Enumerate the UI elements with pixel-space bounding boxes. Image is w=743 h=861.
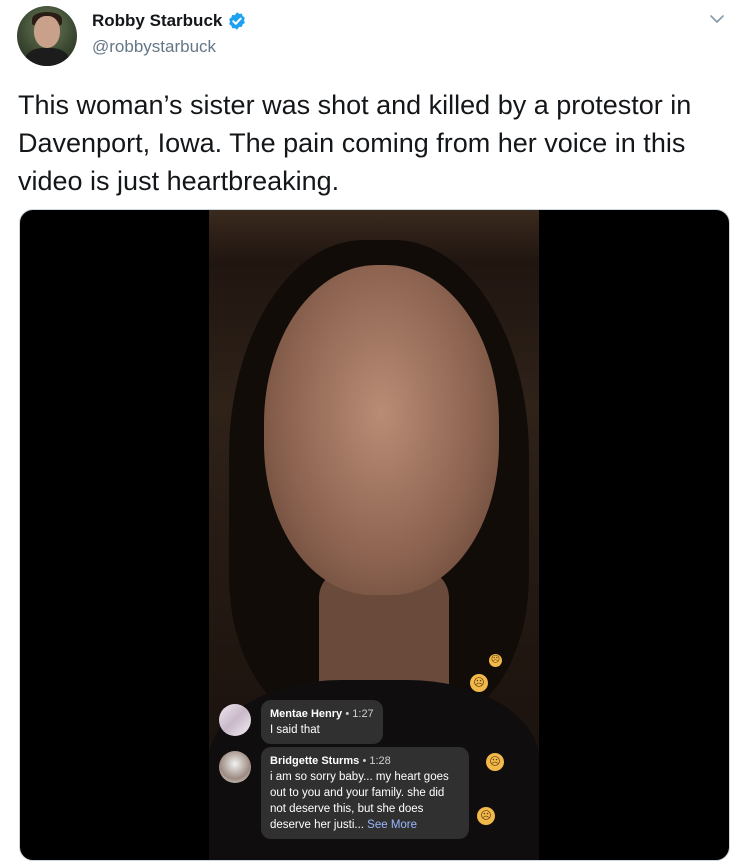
- tweet-text: This woman’s sister was shot and killed …: [18, 90, 692, 196]
- avatar-body: [25, 48, 69, 66]
- sad-face-emoji-icon: ☹: [489, 654, 502, 667]
- comment-time: 1:28: [369, 755, 391, 767]
- commenter-name: Bridgette Sturms: [270, 755, 360, 767]
- comment-bubble: Bridgette Sturms • 1:28 i am so sorry ba…: [261, 747, 469, 839]
- comment-text: i am so sorry baby... my heart goes out …: [270, 771, 449, 831]
- chevron-down-icon[interactable]: [708, 12, 726, 26]
- comment-text: I said that: [270, 724, 320, 736]
- verified-badge-icon: [229, 12, 246, 30]
- video-player[interactable]: ☹ ☹ Mentae Henry • 1:27 I said that Brid…: [19, 209, 730, 861]
- live-comment: Mentae Henry • 1:27 I said that: [219, 700, 383, 744]
- video-frame: ☹ ☹ Mentae Henry • 1:27 I said that Brid…: [209, 210, 539, 860]
- author-name[interactable]: Robby Starbuck: [92, 11, 222, 31]
- sad-face-emoji-icon: ☹: [486, 753, 504, 771]
- author-name-row[interactable]: Robby Starbuck: [92, 11, 247, 31]
- author-avatar[interactable]: [17, 6, 77, 66]
- comment-bubble: Mentae Henry • 1:27 I said that: [261, 700, 383, 744]
- sad-face-emoji-icon: ☹: [477, 807, 495, 825]
- time-separator: •: [345, 708, 350, 720]
- video-subject-face: [264, 265, 499, 595]
- live-comment: Bridgette Sturms • 1:28 i am so sorry ba…: [219, 747, 469, 839]
- commenter-name: Mentae Henry: [270, 708, 343, 720]
- commenter-avatar: [219, 704, 251, 736]
- author-handle[interactable]: @robbystarbuck: [92, 37, 216, 57]
- avatar-face: [34, 16, 60, 48]
- time-separator: •: [362, 755, 367, 767]
- commenter-avatar: [219, 751, 251, 783]
- see-more-link[interactable]: See More: [367, 819, 417, 831]
- comment-time: 1:27: [352, 708, 374, 720]
- sad-face-emoji-icon: ☹: [470, 674, 488, 692]
